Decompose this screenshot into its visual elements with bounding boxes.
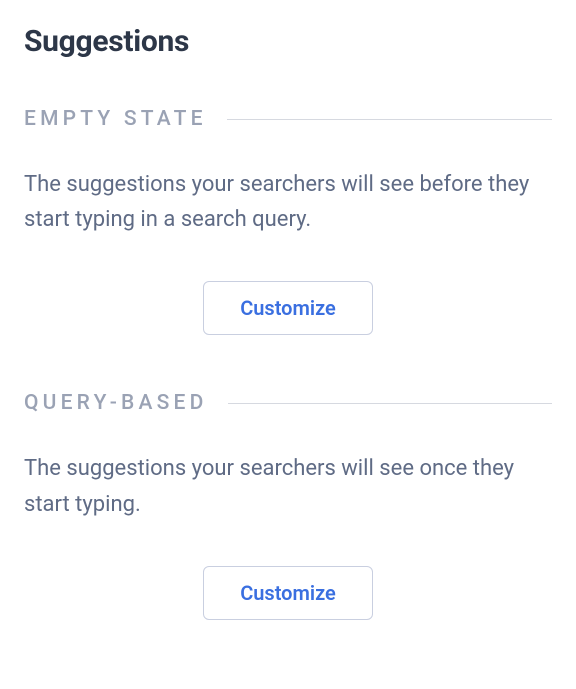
section-label-empty-state: EMPTY STATE xyxy=(24,107,207,131)
section-query-based: QUERY-BASED The suggestions your searche… xyxy=(24,391,552,619)
button-row: Customize xyxy=(24,281,552,335)
section-description-query-based: The suggestions your searchers will see … xyxy=(24,451,552,521)
section-description-empty-state: The suggestions your searchers will see … xyxy=(24,167,552,237)
button-row: Customize xyxy=(24,566,552,620)
section-header: EMPTY STATE xyxy=(24,107,552,131)
divider xyxy=(228,403,552,404)
divider xyxy=(227,119,552,120)
section-label-query-based: QUERY-BASED xyxy=(24,391,208,415)
customize-button-empty-state[interactable]: Customize xyxy=(203,281,373,335)
section-empty-state: EMPTY STATE The suggestions your searche… xyxy=(24,107,552,335)
section-header: QUERY-BASED xyxy=(24,391,552,415)
page-title: Suggestions xyxy=(24,24,552,59)
customize-button-query-based[interactable]: Customize xyxy=(203,566,373,620)
